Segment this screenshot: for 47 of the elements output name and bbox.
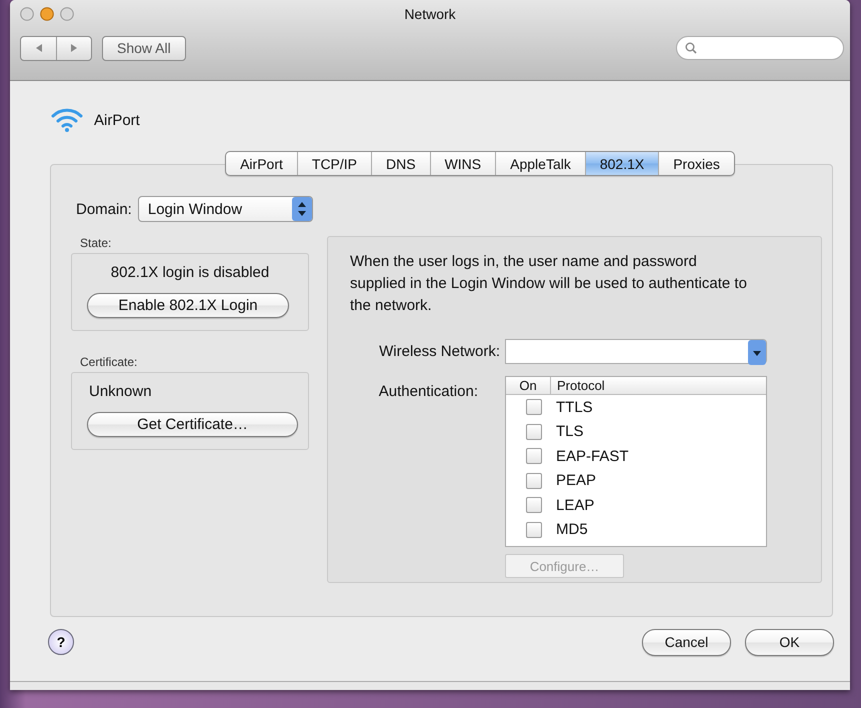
checkbox[interactable]: [526, 399, 542, 416]
search-icon: [685, 42, 697, 54]
checkbox[interactable]: [526, 522, 542, 538]
search-field[interactable]: [676, 36, 844, 60]
dialog-button[interactable]: Cancel: [642, 628, 731, 656]
protocol-name: MD5: [556, 521, 588, 538]
enable-login-button[interactable]: Enable 802.1X Login: [87, 293, 289, 318]
protocol-name: PEAP: [556, 472, 596, 490]
wireless-network-label: Wireless Network:: [378, 343, 501, 360]
domain-label: Domain:: [76, 200, 132, 218]
authentication-label: Authentication:: [378, 382, 479, 402]
dropdown-icon: [748, 340, 766, 365]
wifi-icon: [50, 107, 84, 133]
wireless-network-field[interactable]: [505, 339, 767, 364]
certificate-status: Unknown: [89, 383, 153, 400]
checkbox[interactable]: [526, 448, 542, 464]
column-header[interactable]: On: [506, 377, 551, 394]
tab[interactable]: DNS: [371, 152, 430, 175]
description-text: When the user logs in, the user name and password supplied in the Login Window will be used to authenticate to the network.: [350, 252, 748, 316]
tab[interactable]: 802.1X: [584, 152, 658, 175]
service-name: AirPort: [94, 112, 140, 128]
tab[interactable]: AirPort: [226, 152, 297, 175]
checkbox[interactable]: [526, 424, 542, 440]
dialog-button[interactable]: OK: [745, 628, 834, 656]
stepper-icon: [292, 197, 312, 221]
protocol-name: LEAP: [556, 496, 594, 514]
tab[interactable]: TCP/IP: [296, 152, 372, 175]
left-arrow-icon: [34, 43, 42, 53]
column-header[interactable]: Protocol: [551, 377, 605, 394]
show-all-button[interactable]: Show All: [102, 36, 186, 60]
help-button[interactable]: ?: [48, 629, 74, 655]
checkbox[interactable]: [526, 497, 542, 514]
domain-popup[interactable]: Login Window: [138, 196, 313, 222]
right-arrow-icon: [70, 43, 78, 53]
protocol-name: EAP-FAST: [556, 448, 629, 465]
zoom-icon[interactable]: [60, 7, 74, 21]
get-certificate-button[interactable]: Get Certificate…: [87, 412, 298, 437]
checkbox[interactable]: [526, 472, 542, 489]
certificate-label: Certificate:: [80, 355, 138, 369]
protocol-name: TLS: [556, 423, 584, 440]
minimize-icon[interactable]: [40, 7, 54, 21]
tab[interactable]: WINS: [430, 152, 496, 175]
protocol-name: TTLS: [556, 398, 593, 416]
state-label: State:: [80, 236, 112, 250]
close-icon[interactable]: [20, 7, 34, 21]
state-text: 802.1X login is disabled: [110, 264, 270, 281]
window-title: Network: [403, 6, 457, 22]
